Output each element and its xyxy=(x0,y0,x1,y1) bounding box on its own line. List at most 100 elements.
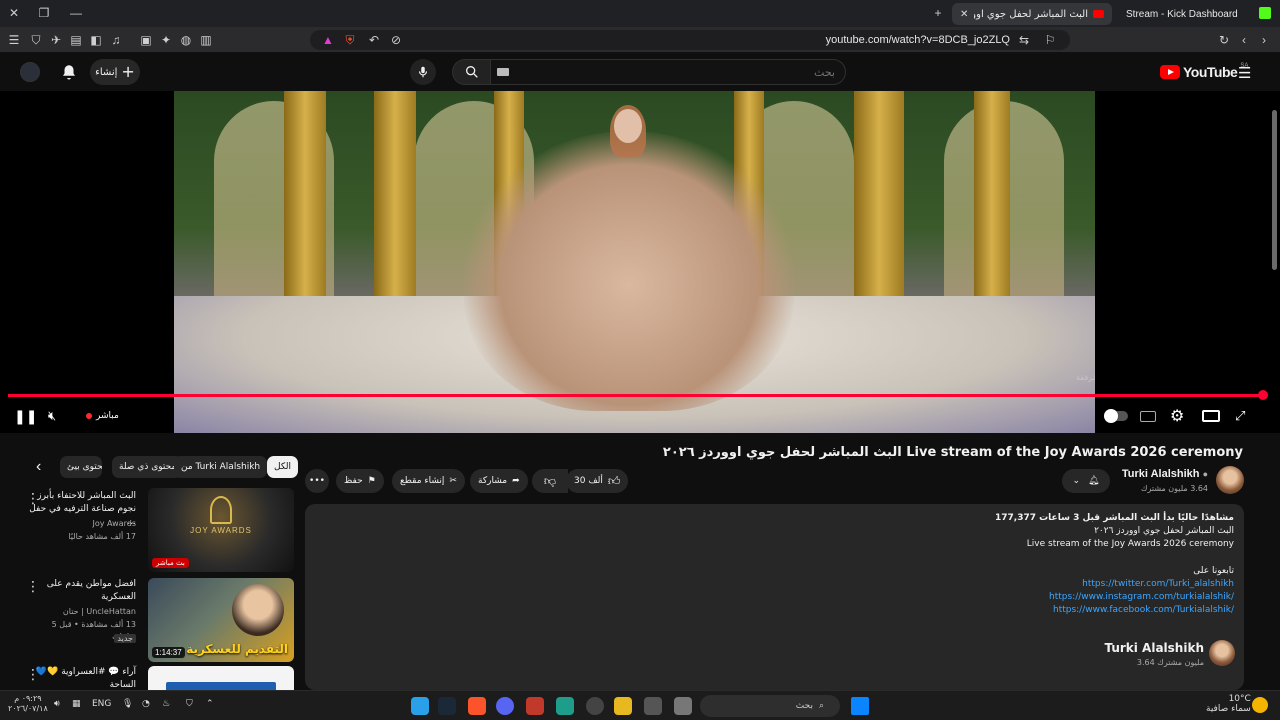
language-indicator[interactable]: ENG xyxy=(92,699,111,709)
taskbar-search[interactable]: بحث ⌕ xyxy=(700,695,840,717)
chip-more[interactable]: محتوى بيئ xyxy=(60,456,102,478)
reload-icon[interactable]: ↻ xyxy=(1216,32,1232,48)
video-player[interactable]: ميزة التحميل الفائقي مُرفقة ❚❚ 🔇︎ مباشر … xyxy=(0,91,1280,433)
tab-close-icon[interactable]: ✕ xyxy=(960,9,968,20)
steam-icon[interactable] xyxy=(438,697,456,715)
pause-button[interactable]: ❚❚ xyxy=(14,406,37,426)
tabs-icon[interactable]: ▤ xyxy=(68,32,84,48)
store-icon[interactable] xyxy=(644,697,662,715)
notifications-bell-icon[interactable] xyxy=(60,63,78,81)
share-button[interactable]: مشاركة ➦ xyxy=(470,469,528,493)
youtube-logo[interactable]: YouTube SA xyxy=(1160,63,1248,81)
minimize-window-icon[interactable]: — xyxy=(66,4,86,22)
puzzle-icon[interactable]: ✦ xyxy=(158,32,174,48)
extensions-icon[interactable]: ✈ xyxy=(48,32,64,48)
more-actions-button[interactable]: ••• xyxy=(305,469,329,493)
weather-widget[interactable]: 10°C سماء صافية xyxy=(1206,694,1251,714)
channel-name[interactable]: Turki Alalshikh ● xyxy=(1122,468,1208,480)
theater-mode-button[interactable] xyxy=(1202,406,1220,426)
forward-icon[interactable]: › xyxy=(1256,32,1272,48)
channel-card-name[interactable]: Turki Alalshikh xyxy=(1104,641,1204,655)
shield-icon[interactable]: ⛉ xyxy=(28,32,44,48)
guide-menu-icon[interactable]: ☰ xyxy=(1238,64,1251,82)
security-tray-icon[interactable]: ⛉ xyxy=(186,699,193,709)
wallet-icon[interactable]: ▥ xyxy=(198,32,214,48)
like-button[interactable]: 30 ألف 👍︎ xyxy=(566,469,629,493)
progress-bar[interactable] xyxy=(8,390,1268,400)
video-thumbnail[interactable]: JOY AWARDS بث مباشر xyxy=(148,488,294,572)
brave-icon[interactable] xyxy=(468,697,486,715)
fullscreen-button[interactable]: ⤢ xyxy=(1235,406,1245,426)
more-options-icon[interactable]: ⋮ xyxy=(26,578,40,595)
save-button[interactable]: حفظ ⚑ xyxy=(336,469,384,493)
search-button[interactable] xyxy=(452,59,490,85)
close-window-icon[interactable]: ✕ xyxy=(4,4,24,22)
create-button[interactable]: إنشاء + xyxy=(90,59,140,85)
restore-window-icon[interactable]: ❐ xyxy=(34,4,54,22)
captions-button[interactable] xyxy=(1140,406,1156,426)
sidebar-icon[interactable]: ◧ xyxy=(88,32,104,48)
channel-avatar[interactable] xyxy=(1216,466,1244,494)
bookmark-icon[interactable]: ⚐ xyxy=(1042,32,1058,48)
steam-tray-icon[interactable]: ♨ xyxy=(162,699,170,709)
chip-related[interactable]: محتوى ذي صلة xyxy=(112,456,184,478)
share-icon[interactable]: ↶ xyxy=(366,32,382,48)
video-editor-icon[interactable] xyxy=(526,697,544,715)
file-explorer-icon[interactable] xyxy=(614,697,632,715)
progress-scrubber[interactable] xyxy=(1258,390,1268,400)
translate-icon[interactable]: ⇆ xyxy=(1016,32,1032,48)
voice-search-button[interactable] xyxy=(410,59,436,85)
tab-kick[interactable]: Stream - Kick Dashboard xyxy=(1118,3,1258,25)
triangle-extension-icon[interactable]: ▲ xyxy=(320,32,336,48)
network-icon[interactable]: ▦ xyxy=(72,699,81,709)
more-options-icon[interactable]: ⋮ xyxy=(26,490,40,507)
menu-icon[interactable]: ☰ xyxy=(6,32,22,48)
facebook-link[interactable]: https://www.facebook.com/Turkialalshik/ xyxy=(1053,605,1234,615)
search-input[interactable] xyxy=(490,59,846,85)
video-thumbnail[interactable]: التقديم للعسكرية 1:14:37 xyxy=(148,578,294,662)
mute-button[interactable]: 🔇︎ xyxy=(48,406,56,426)
twitter-link[interactable]: https://twitter.com/Turki_alalshikh xyxy=(1082,579,1234,589)
cookie-icon[interactable]: ◍ xyxy=(178,32,194,48)
brave-shield-icon[interactable]: ⛨ xyxy=(342,32,358,48)
subscription-bell-button[interactable]: ⌄ 🔔︎ xyxy=(1062,469,1110,493)
tray-app-icon[interactable]: ◔ xyxy=(142,699,150,709)
tab-youtube[interactable]: ✕ البث المباشر لحفل جوي اووردز ٢٠٢٦ xyxy=(952,3,1112,25)
chips-prev-icon[interactable]: ‹ xyxy=(36,458,41,476)
related-video-item[interactable]: التقديم للعسكرية 1:14:37 افضل مواطن يقدم… xyxy=(20,578,296,664)
video-thumbnail[interactable] xyxy=(148,666,294,690)
page-scrollbar[interactable] xyxy=(1272,110,1277,270)
channel-card-avatar[interactable] xyxy=(1209,640,1235,666)
instagram-link[interactable]: https://www.instagram.com/turkialalshik/ xyxy=(1049,592,1234,602)
chip-from-channel[interactable]: من Turki Alalshikh xyxy=(174,456,268,478)
more-options-icon[interactable]: ⋮ xyxy=(26,666,40,683)
live-indicator[interactable]: مباشر xyxy=(86,406,119,426)
taskbar-app-icon[interactable] xyxy=(411,697,429,715)
clip-button[interactable]: إنشاء مقطع ✂ xyxy=(392,469,465,493)
chip-all[interactable]: الكل xyxy=(267,456,299,478)
screenshot-icon[interactable]: ▣ xyxy=(138,32,154,48)
autoplay-toggle[interactable] xyxy=(1104,406,1128,426)
related-video-item[interactable]: JOY AWARDS بث مباشر البث المباشر للاحتفا… xyxy=(20,488,296,574)
related-video-item[interactable]: آراء 💬 #العسراوية 💛💙 الساحة ⋮ xyxy=(20,664,296,690)
clock[interactable]: ٠٩:٢٩ م ٢٠٢٦/٠٧/١٨ xyxy=(8,694,48,714)
show-hidden-icons[interactable]: ⌃ xyxy=(206,699,214,709)
mouse-app-icon[interactable] xyxy=(586,697,604,715)
new-tab-icon[interactable]: + xyxy=(928,4,948,22)
music-icon[interactable]: ♫ xyxy=(108,32,124,48)
address-bar[interactable]: ▲ ⛨ ↶ ⊘ youtube.com/watch?v=8DCB_jo2ZLQ … xyxy=(310,30,1070,50)
mic-tray-icon[interactable]: 🎙︎ xyxy=(122,699,133,709)
back-icon[interactable]: ‹ xyxy=(1236,32,1252,48)
description-box[interactable]: 177,377 مشاهدًا حاليًا بدأ البث المباشر … xyxy=(305,504,1244,690)
dislike-button[interactable]: 👎︎ xyxy=(532,469,568,493)
start-icon[interactable] xyxy=(851,697,869,715)
no-tracking-icon[interactable]: ⊘ xyxy=(388,32,404,48)
obs-icon[interactable] xyxy=(556,697,574,715)
speaker-icon[interactable]: 🔊︎ xyxy=(54,699,60,709)
keyboard-icon[interactable] xyxy=(497,68,509,76)
discord-icon[interactable] xyxy=(496,697,514,715)
video-frame[interactable]: ميزة التحميل الفائقي مُرفقة xyxy=(174,91,1095,433)
settings-button[interactable]: ⚙ xyxy=(1170,406,1184,426)
task-view-icon[interactable] xyxy=(674,697,692,715)
account-avatar[interactable] xyxy=(20,62,40,82)
